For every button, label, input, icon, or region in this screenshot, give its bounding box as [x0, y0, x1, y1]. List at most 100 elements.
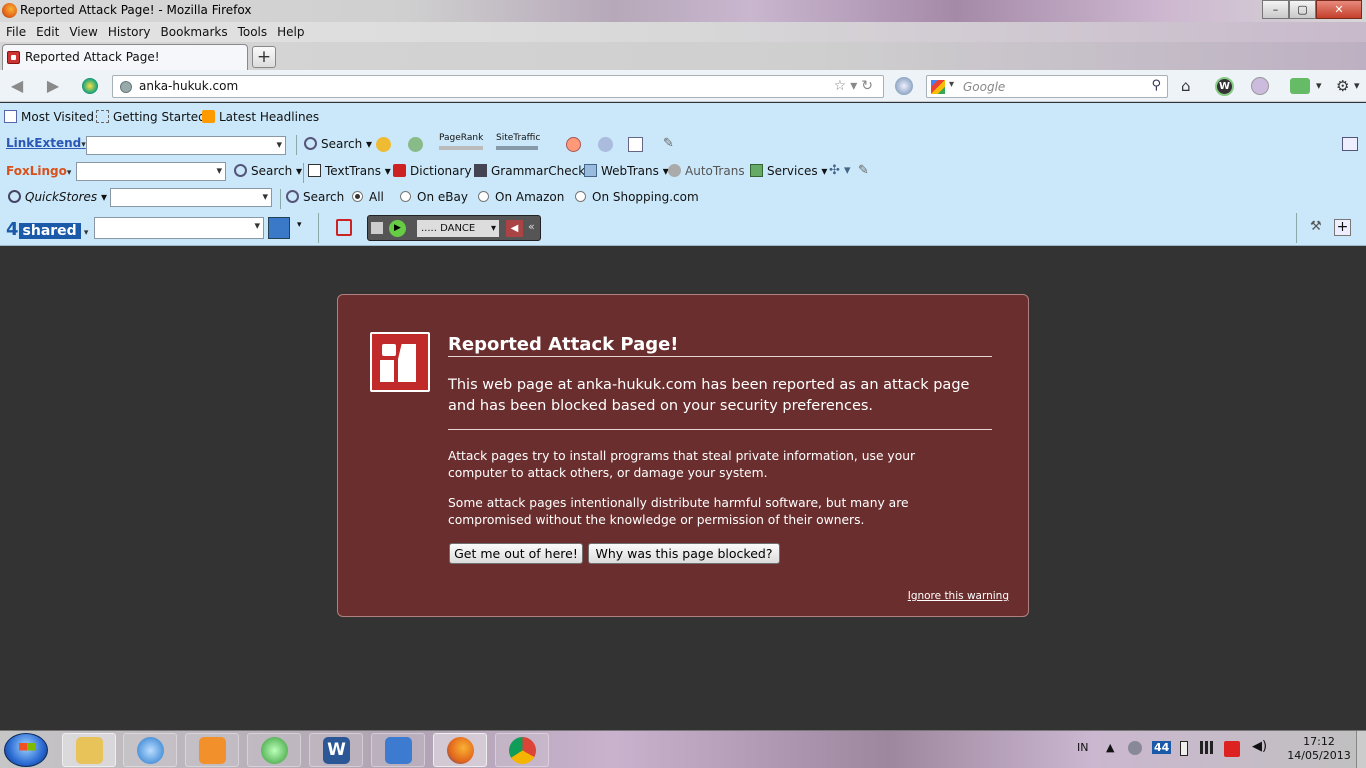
taskbar-word[interactable]: W [309, 733, 363, 767]
minimize-button[interactable]: – [1262, 0, 1289, 19]
menu-history[interactable]: History [108, 25, 151, 39]
player-toggle-icon[interactable] [371, 222, 383, 234]
bookmark-star-icon[interactable]: ☆ [834, 78, 851, 94]
add-toolbar-icon[interactable]: + [1334, 219, 1351, 236]
quickstores-logo[interactable]: QuickStores ▾ [8, 190, 107, 204]
menu-bookmarks[interactable]: Bookmarks [161, 25, 228, 39]
services-button[interactable]: Services ▾ [750, 164, 827, 178]
menu-tools[interactable]: Tools [238, 25, 268, 39]
start-button[interactable] [4, 733, 48, 767]
show-desktop-button[interactable] [1356, 731, 1366, 768]
google-icon[interactable] [931, 80, 945, 94]
taskbar-wordpad[interactable] [371, 733, 425, 767]
webtrans-button[interactable]: WebTrans ▾ [584, 164, 669, 178]
toolbar-options-icon[interactable] [1342, 137, 1358, 151]
tools-icon[interactable]: ⚙ [1336, 77, 1349, 95]
quickstores-combo[interactable] [110, 188, 272, 207]
translate-icon[interactable]: ✣ ▾ [829, 163, 851, 178]
4shared-search-combo[interactable] [94, 217, 264, 239]
rating-icon[interactable] [566, 137, 581, 152]
tab-reported-attack-page[interactable]: Reported Attack Page! [2, 44, 248, 70]
url-text[interactable]: anka-hukuk.com [139, 79, 238, 93]
taskbar-ie[interactable] [123, 733, 177, 767]
battery-icon[interactable] [1180, 741, 1188, 756]
search-bar[interactable]: ▾ Google ⚲ [926, 75, 1168, 98]
menu-file[interactable]: File [6, 25, 26, 39]
radio-on-ebay[interactable]: On eBay [400, 190, 468, 204]
4shared-go-dropdown-icon[interactable]: ▾ [297, 220, 302, 230]
linkextend-combo[interactable] [86, 136, 286, 155]
foxlingo-combo[interactable] [76, 162, 226, 181]
volume-icon[interactable]: ◀) [1252, 739, 1267, 754]
globe-icon[interactable] [598, 137, 613, 152]
collapse-icon[interactable]: « [528, 220, 535, 233]
reload-icon[interactable]: ↻ [861, 78, 877, 94]
warning-icon[interactable] [376, 137, 391, 152]
search-icon[interactable]: ⚲ [1151, 78, 1161, 93]
linkextend-search[interactable]: Search ▾ [304, 137, 372, 151]
bookmark-most-visited[interactable]: Most Visited [4, 110, 94, 124]
back-arrow-icon[interactable]: ◀ [8, 77, 26, 95]
play-icon[interactable]: ▶ [389, 220, 406, 237]
radio-station-select[interactable]: ..... DANCE ▾ [417, 220, 499, 237]
user-icon[interactable] [1128, 741, 1142, 755]
radio-on-shopping[interactable]: On Shopping.com [575, 190, 699, 204]
forward-arrow-icon[interactable]: ▶ [44, 77, 62, 95]
system-clock[interactable]: 17:12 14/05/2013 [1286, 735, 1352, 763]
taskbar-network-app[interactable] [247, 733, 301, 767]
grammarcheck-button[interactable]: GrammarCheck [474, 164, 585, 178]
bookmark-getting-started[interactable]: Getting Started [96, 110, 206, 124]
taskbar-firefox[interactable] [433, 733, 487, 767]
addon-menu-dropdown-icon[interactable]: ▾ [1316, 77, 1322, 95]
home-icon[interactable]: ⌂ [1181, 77, 1191, 95]
ignore-warning-link[interactable]: Ignore this warning [908, 590, 1009, 602]
wrench-icon[interactable]: ✎ [858, 163, 869, 178]
maximize-button[interactable]: ▢ [1289, 0, 1316, 19]
radio-all[interactable]: All [352, 190, 384, 204]
get-me-out-button[interactable]: Get me out of here! [449, 543, 583, 564]
sitetraffic-meter[interactable]: SiteTraffic [496, 133, 540, 150]
taskbar-media-player[interactable] [185, 733, 239, 767]
copy-icon[interactable] [628, 137, 643, 152]
quickstores-search[interactable]: Search [286, 190, 344, 204]
mute-icon[interactable]: ◀ [506, 220, 523, 237]
more-dropdown-icon[interactable]: ▾ [1354, 77, 1360, 95]
taskbar-explorer[interactable] [62, 733, 116, 767]
url-bar[interactable]: anka-hukuk.com ☆▾↻ [112, 75, 884, 98]
radio-on-amazon[interactable]: On Amazon [478, 190, 564, 204]
signal-icon[interactable] [1200, 741, 1216, 754]
search-placeholder[interactable]: Google [963, 80, 1005, 94]
texttrans-button[interactable]: TextTrans ▾ [308, 164, 391, 178]
close-button[interactable]: ✕ [1316, 0, 1362, 19]
menu-edit[interactable]: Edit [36, 25, 59, 39]
antivirus-icon[interactable] [1224, 741, 1240, 757]
search-engine-dropdown-icon[interactable]: ▾ [949, 79, 954, 90]
4shared-go-icon[interactable] [268, 217, 290, 239]
show-hidden-icons[interactable]: ▲ [1106, 741, 1114, 754]
foxlingo-logo[interactable]: FoxLingo▾ [6, 164, 71, 178]
settings-wrench-icon[interactable]: ⚒ [1310, 219, 1322, 234]
menu-view[interactable]: View [69, 25, 97, 39]
addon-badge-icon[interactable] [1290, 78, 1310, 94]
sync-icon[interactable] [1251, 77, 1269, 95]
autotrans-button[interactable]: AutoTrans [668, 164, 745, 178]
foxlingo-dropdown-icon[interactable]: ▾ [67, 168, 72, 178]
taskbar-chrome[interactable] [495, 733, 549, 767]
dropdown-icon[interactable]: ▾ [850, 78, 861, 94]
why-blocked-button[interactable]: Why was this page blocked? [588, 543, 780, 564]
addon-globe-icon[interactable] [82, 78, 98, 94]
language-indicator[interactable]: IN [1077, 741, 1088, 754]
safety-icon[interactable] [408, 137, 423, 152]
linkextend-logo[interactable]: LinkExtend▾ [6, 136, 86, 150]
tray-badge-icon[interactable]: 44 [1152, 741, 1172, 754]
dictionary-button[interactable]: Dictionary [393, 164, 472, 178]
bookmark-latest-headlines[interactable]: Latest Headlines [202, 110, 319, 124]
wrench-icon[interactable]: ✎ [663, 136, 674, 151]
foxlingo-search[interactable]: Search ▾ [234, 164, 302, 178]
wot-icon[interactable]: W [1215, 77, 1234, 96]
url-bar-actions[interactable]: ☆▾↻ [834, 78, 877, 94]
site-identity-icon[interactable] [120, 81, 132, 93]
station-dropdown-icon[interactable]: ▾ [491, 220, 496, 237]
4shared-dropdown-icon[interactable]: ▾ [81, 228, 89, 238]
new-tab-button[interactable]: + [252, 46, 276, 68]
